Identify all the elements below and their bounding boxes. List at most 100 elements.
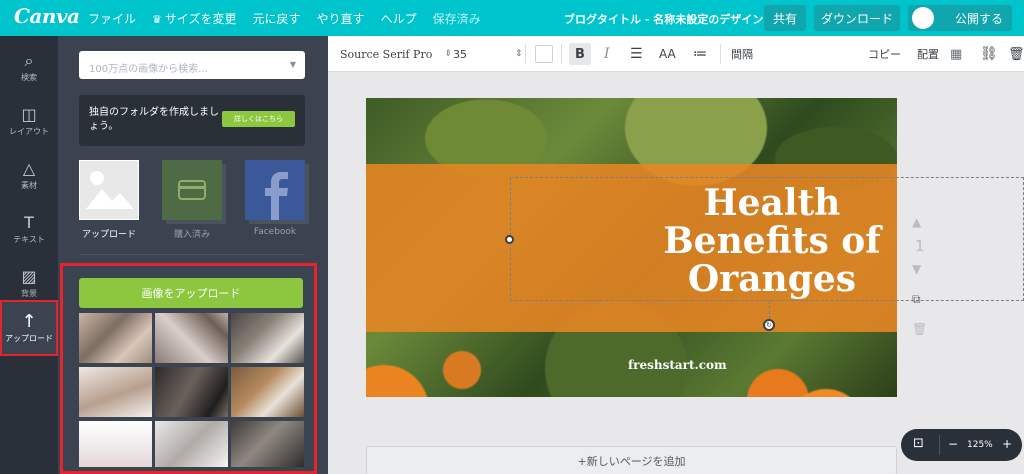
- menu-resize-label: サイズを変更: [164, 12, 237, 26]
- text-toolbar: Source Serif Pro ⇕ 35 ⇕ B I ☰ AA ≔ 間隔 コピ…: [328, 36, 1024, 72]
- rail-item-uploads[interactable]: ↑ アップロード: [0, 300, 58, 356]
- source-uploads[interactable]: アップロード: [79, 160, 139, 240]
- saved-status: 保存済み: [432, 12, 481, 26]
- source-facebook[interactable]: Facebook: [245, 160, 309, 237]
- upload-arrow-icon: ↑: [21, 310, 37, 332]
- publish-label: 公開する: [955, 11, 1004, 26]
- zoom-level[interactable]: 125%: [967, 440, 993, 450]
- left-rail: ⌕ 検索 ◫ レイアウト △ 素材 T テキスト ▨ 背景 ↑ アップロード: [0, 36, 58, 474]
- main-menu: ファイル ♛ サイズを変更 元に戻す やり直す ヘルプ 保存済み: [88, 10, 481, 27]
- spacing-button[interactable]: 間隔: [731, 36, 753, 72]
- learn-more-button[interactable]: 詳しくはこちら: [222, 111, 295, 127]
- move-down-icon[interactable]: ▼: [912, 262, 921, 276]
- divider: [79, 254, 305, 255]
- divider: [561, 44, 562, 64]
- uploads-panel: 100万点の画像から検索... ▼ 独自のフォルダを作成しましょう。 詳しくはこ…: [58, 36, 328, 474]
- rail-item-text[interactable]: T テキスト: [0, 204, 58, 254]
- rail-item-search[interactable]: ⌕ 検索: [0, 42, 58, 92]
- updown-caret-icon: ⇕: [444, 49, 452, 59]
- uploaded-image-thumb[interactable]: [155, 313, 228, 363]
- resize-handle[interactable]: [505, 235, 514, 244]
- canva-logo[interactable]: Canva: [14, 4, 80, 28]
- font-family-select[interactable]: Source Serif Pro ⇕: [340, 36, 452, 72]
- zoom-out-button[interactable]: −: [948, 437, 958, 451]
- uploaded-image-thumb[interactable]: [79, 313, 152, 363]
- case-button[interactable]: AA: [659, 36, 676, 72]
- uploaded-image-thumb[interactable]: [231, 313, 304, 363]
- rail-item-layout[interactable]: ◫ レイアウト: [0, 96, 58, 146]
- align-center-icon[interactable]: ☰: [630, 36, 643, 72]
- website-text[interactable]: freshstart.com: [628, 358, 727, 372]
- publish-button[interactable]: 公開する: [908, 5, 1012, 31]
- source-label: アップロード: [81, 230, 136, 240]
- text-color-button[interactable]: [535, 36, 553, 72]
- uploaded-image-thumb[interactable]: [231, 421, 304, 467]
- copy-button[interactable]: コピー: [868, 36, 901, 72]
- italic-button[interactable]: I: [604, 36, 610, 72]
- uploaded-image-thumb[interactable]: [79, 367, 152, 417]
- rail-item-elements[interactable]: △ 素材: [0, 150, 58, 200]
- move-up-icon[interactable]: ▲: [912, 215, 921, 229]
- zoom-in-button[interactable]: +: [1002, 437, 1012, 451]
- divider: [720, 44, 721, 64]
- image-search-input[interactable]: 100万点の画像から検索... ▼: [79, 51, 305, 79]
- menu-file[interactable]: ファイル: [88, 10, 136, 27]
- arrange-button[interactable]: 配置: [917, 36, 939, 72]
- upload-area-highlight: 画像をアップロード: [60, 263, 317, 474]
- document-title[interactable]: ブログタイトル - 名称未設定のデザイン: [564, 11, 763, 27]
- upload-image-button[interactable]: 画像をアップロード: [79, 278, 303, 308]
- rail-label: 素材: [21, 180, 37, 190]
- bold-button[interactable]: B: [569, 36, 591, 72]
- divider: [525, 44, 526, 64]
- duplicate-page-icon[interactable]: ⧉: [912, 292, 921, 307]
- present-icon[interactable]: ⊡: [913, 436, 924, 451]
- uploaded-image-thumb[interactable]: [155, 367, 228, 417]
- menu-redo[interactable]: やり直す: [317, 10, 365, 27]
- rail-label: 背景: [21, 288, 37, 298]
- rail-label: 検索: [21, 72, 37, 82]
- rotate-icon[interactable]: ↻: [763, 319, 775, 331]
- text-icon: T: [24, 212, 34, 232]
- trash-icon[interactable]: 🗑: [1008, 36, 1024, 72]
- font-size-value: 35: [453, 47, 467, 61]
- add-page-button[interactable]: +新しいページを追加: [366, 446, 897, 474]
- text-selection-box[interactable]: [510, 177, 1024, 301]
- delete-page-icon[interactable]: 🗑: [912, 322, 927, 336]
- color-swatch: [535, 45, 553, 63]
- folder-promo: 独自のフォルダを作成しましょう。 詳しくはこちら: [79, 95, 305, 146]
- top-bar: Canva ファイル ♛ サイズを変更 元に戻す やり直す ヘルプ 保存済み ブロ…: [0, 0, 1024, 36]
- source-label: 購入済み: [173, 230, 210, 240]
- layout-icon: ◫: [21, 104, 37, 124]
- menu-resize[interactable]: ♛ サイズを変更: [152, 10, 237, 27]
- page-number: 1: [915, 237, 925, 255]
- zoom-controls: ⊡ − 125% +: [901, 429, 1022, 461]
- credit-card-icon: [162, 160, 222, 220]
- bold-label: B: [569, 43, 591, 65]
- uploaded-image-thumb[interactable]: [155, 421, 228, 467]
- rail-label: アップロード: [5, 333, 53, 343]
- shapes-icon: △: [22, 158, 36, 178]
- divider: [939, 435, 940, 455]
- share-button[interactable]: 共有: [764, 5, 806, 31]
- updown-caret-icon: ⇕: [515, 49, 523, 59]
- crown-icon: ♛: [152, 13, 162, 26]
- download-button[interactable]: ダウンロード: [814, 5, 900, 31]
- font-size-select[interactable]: 35 ⇕: [453, 36, 523, 72]
- rail-label: レイアウト: [9, 126, 49, 136]
- facebook-icon: [245, 160, 305, 220]
- background-pattern-icon: ▨: [21, 266, 37, 286]
- menu-help[interactable]: ヘルプ: [381, 10, 417, 27]
- publish-toggle-knob: [912, 7, 934, 29]
- source-purchased[interactable]: 購入済み: [162, 160, 226, 240]
- menu-undo[interactable]: 元に戻す: [253, 10, 301, 27]
- uploaded-image-thumb[interactable]: [231, 367, 304, 417]
- link-icon[interactable]: ⛓: [980, 36, 998, 72]
- list-icon[interactable]: ≔: [693, 36, 707, 72]
- search-placeholder: 100万点の画像から検索...: [89, 64, 208, 75]
- image-placeholder-icon: [79, 160, 139, 220]
- dropdown-caret-icon[interactable]: ▼: [290, 60, 296, 69]
- uploaded-image-thumb[interactable]: [79, 421, 152, 467]
- folder-promo-text: 独自のフォルダを作成しましょう。: [89, 107, 219, 132]
- transparency-icon[interactable]: ▦: [950, 36, 962, 72]
- font-family-value: Source Serif Pro: [340, 47, 433, 61]
